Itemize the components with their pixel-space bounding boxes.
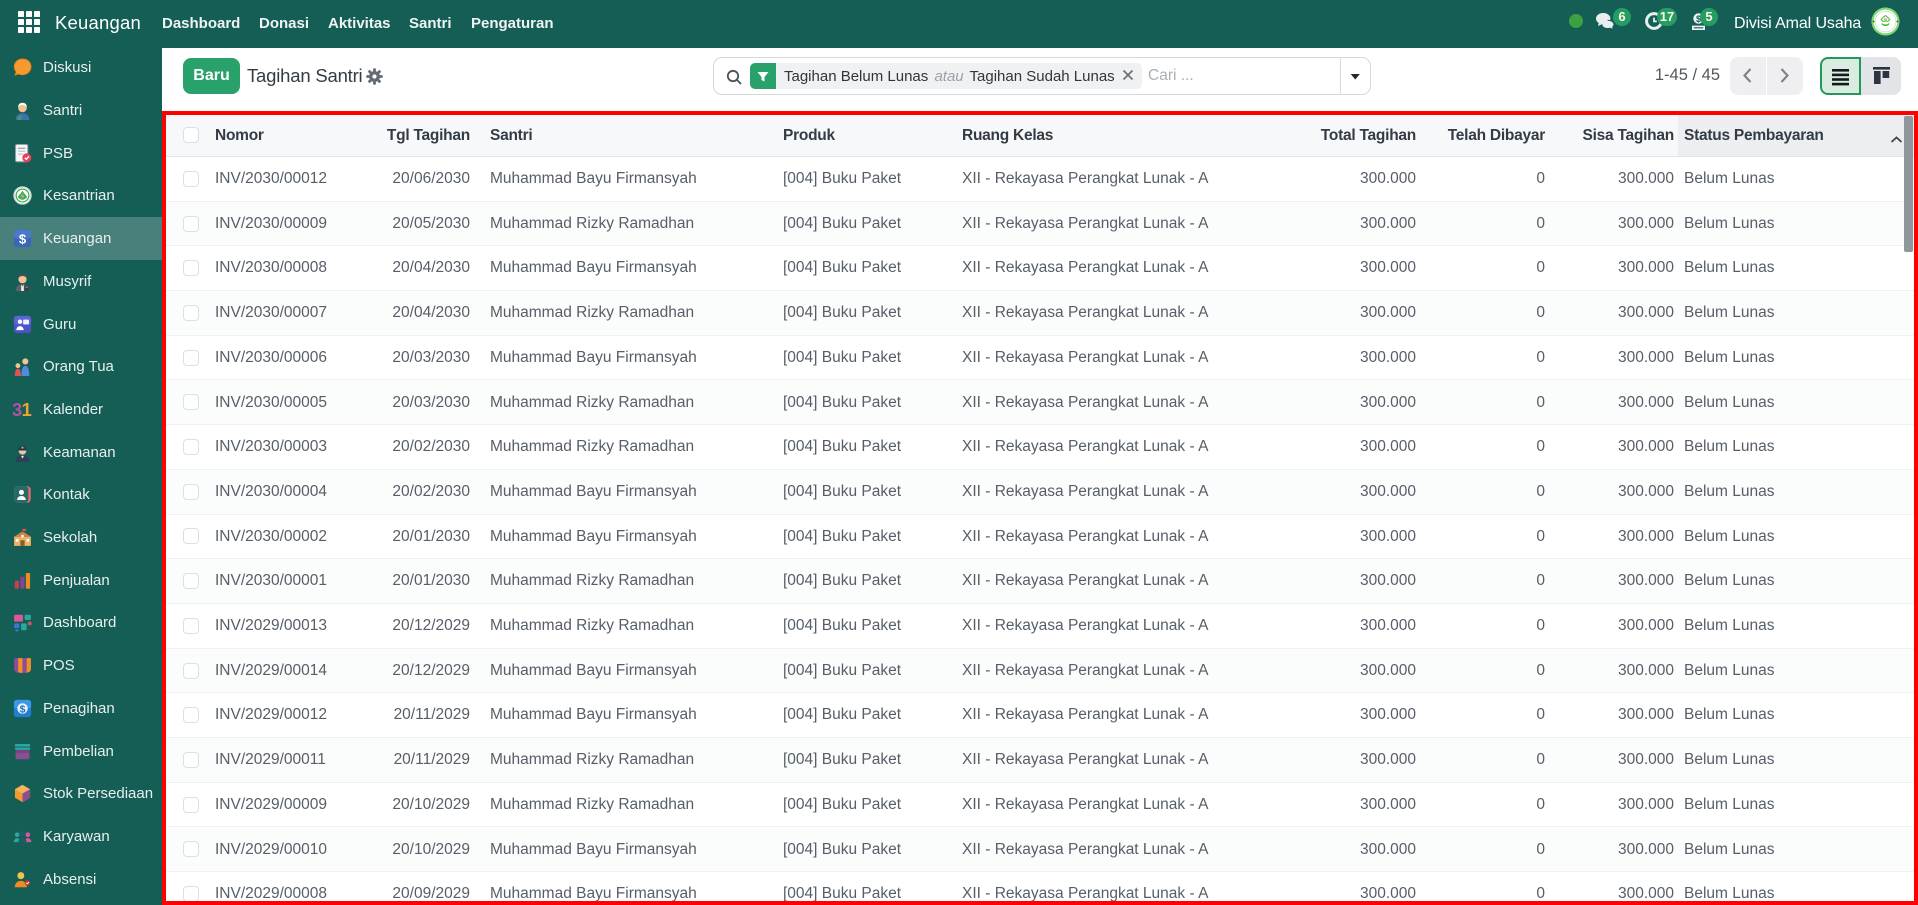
svg-text:$: $ xyxy=(20,703,26,715)
svg-text:1: 1 xyxy=(22,399,32,420)
svg-text:$: $ xyxy=(19,231,27,246)
